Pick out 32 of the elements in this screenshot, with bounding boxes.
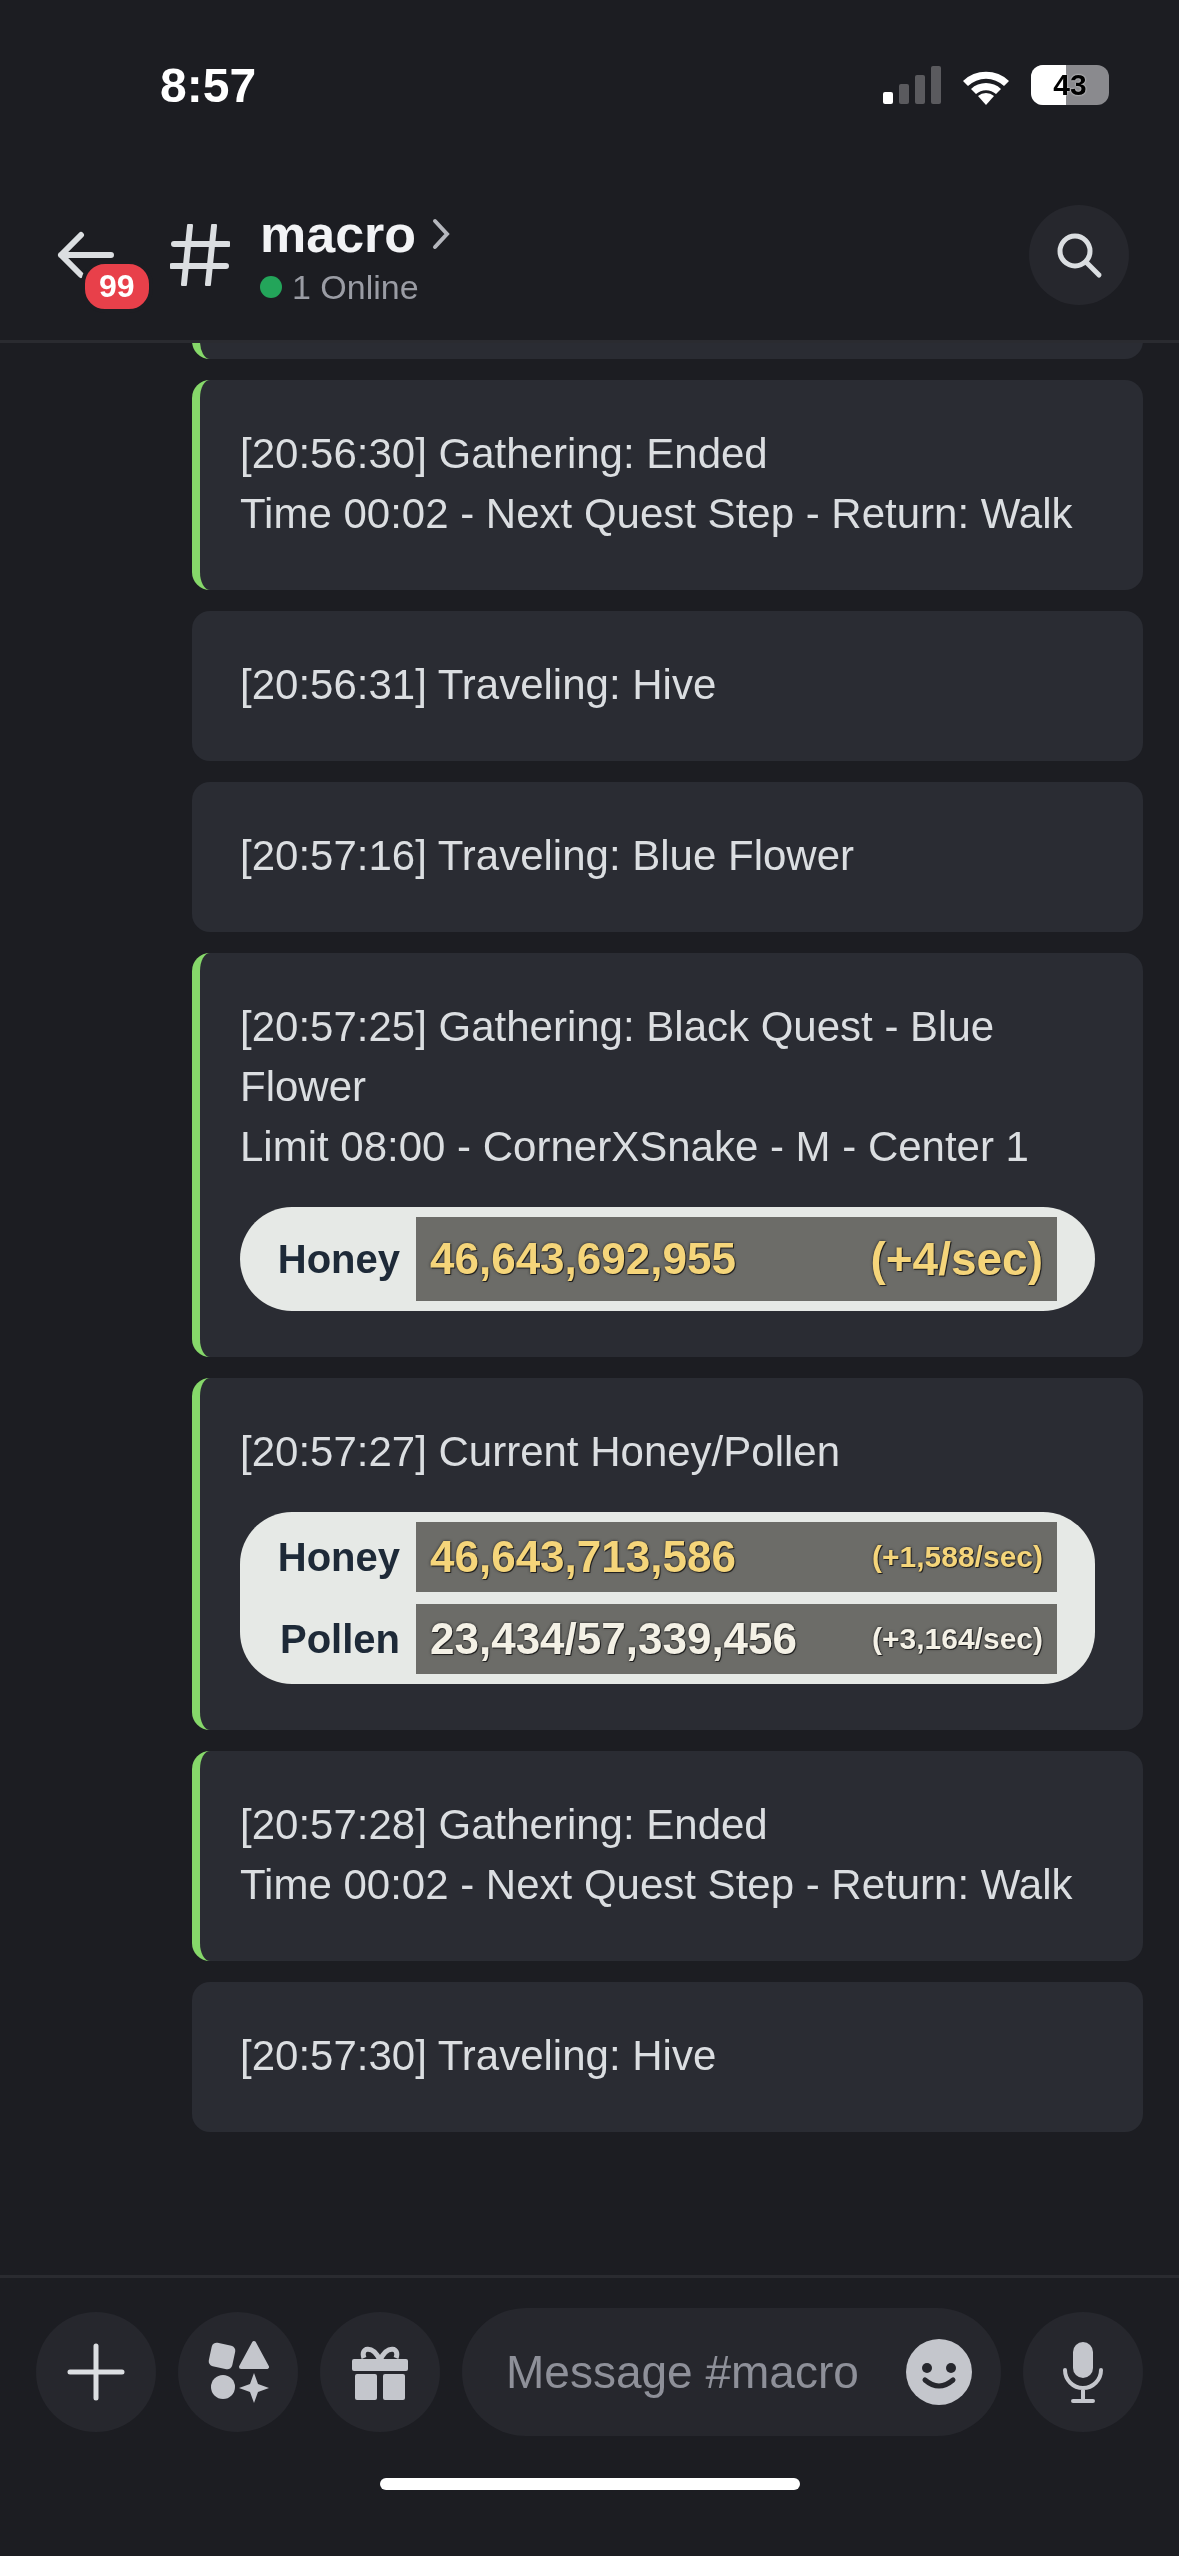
shapes-icon — [206, 2340, 270, 2404]
message-text: [20:56:31] Traveling: Hive — [240, 660, 718, 710]
message-input[interactable]: Message #macro — [462, 2308, 1001, 2436]
message-text: [20:56:30] Gathering: Ended — [240, 429, 769, 479]
stat-value: 46,643,713,586 — [430, 1532, 736, 1582]
chevron-right-icon[interactable] — [432, 217, 451, 250]
stat-label: Honey — [276, 1534, 400, 1580]
channel-name[interactable]: macro — [260, 203, 417, 264]
hashtag-icon — [170, 224, 230, 286]
search-icon — [1055, 231, 1103, 279]
stat-label: Pollen — [278, 1616, 400, 1662]
microphone-icon — [1061, 2340, 1105, 2404]
message-text: Limit 08:00 - CornerXSnake - M - Center 1 — [240, 1122, 1030, 1172]
message-text: [20:57:28] Gathering: Ended — [240, 1800, 769, 1850]
signal-icon — [883, 66, 941, 104]
stat-label: Honey — [276, 1236, 400, 1282]
online-count: 1 Online — [292, 267, 419, 307]
plus-icon — [66, 2342, 126, 2402]
emoji-icon[interactable] — [905, 2338, 973, 2406]
stat-value: 23,434/57,339,456 — [430, 1614, 798, 1664]
stat-rate: (+3,164/sec) — [872, 1622, 1043, 1656]
stat-rate: (+1,588/sec) — [872, 1540, 1043, 1574]
stat-value: 46,643,692,955 — [430, 1234, 736, 1284]
message-text: [20:57:27] Current Honey/Pollen — [240, 1427, 842, 1477]
status-time: 8:57 — [160, 57, 257, 113]
stat-rate: (+4/sec) — [870, 1232, 1043, 1286]
message-text: Time 00:02 - Next Quest Step - Return: Walk — [240, 1860, 1074, 1910]
message-text: Time 00:02 - Next Quest Step - Return: Walk — [240, 489, 1074, 539]
message-text: [20:57:16] Traveling: Blue Flower — [240, 831, 855, 881]
online-status-dot — [260, 276, 282, 298]
message-text: [20:57:30] Traveling: Hive — [240, 2031, 718, 2081]
message-text: [20:57:25] Gathering: Black Quest - Blue Flower — [240, 1002, 996, 1112]
